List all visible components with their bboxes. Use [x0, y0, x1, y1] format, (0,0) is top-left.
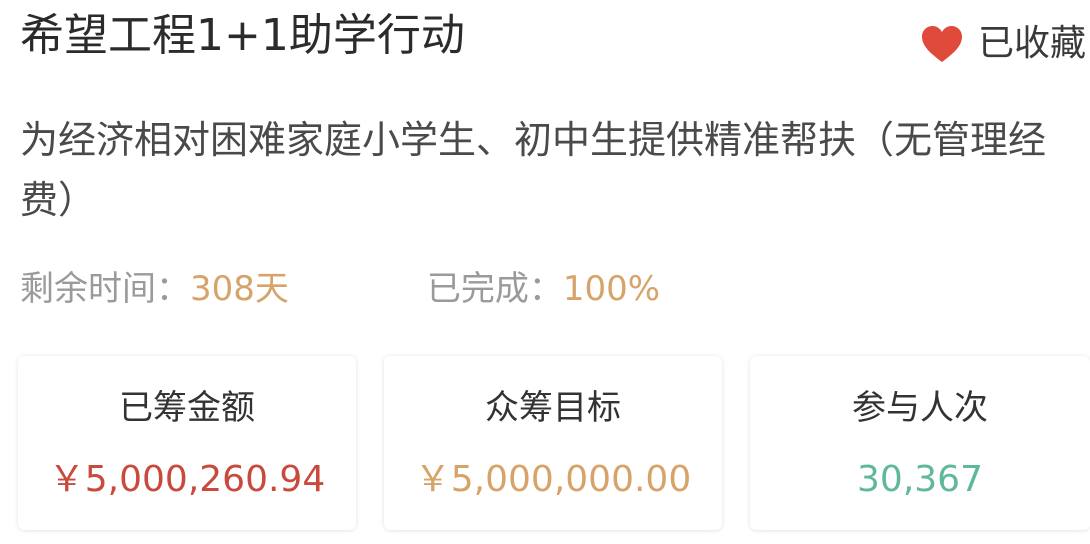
project-description: 为经济相对困难家庭小学生、初中生提供精准帮扶（无管理经费）: [20, 118, 1047, 222]
remaining-time-value: 308天: [190, 269, 289, 309]
stat-value-participants: 30,367: [857, 459, 983, 500]
stat-card-raised: 已筹金额 ￥5,000,260.94: [18, 356, 356, 530]
stat-label-participants: 参与人次: [852, 388, 988, 428]
heart-icon: [921, 26, 962, 62]
stat-card-participants: 参与人次 30,367: [750, 356, 1090, 530]
remaining-time-label: 剩余时间：: [20, 269, 190, 309]
completion: 已完成： 100%: [427, 264, 660, 314]
stat-label-goal: 众筹目标: [485, 388, 621, 428]
project-title: 希望工程1+1助学行动: [20, 10, 465, 61]
stat-value-goal: ￥5,000,000.00: [414, 459, 692, 500]
project-progress-meta: 剩余时间： 308天 已完成： 100%: [20, 264, 660, 314]
remaining-time: 剩余时间： 308天: [20, 264, 289, 314]
stat-value-raised: ￥5,000,260.94: [48, 459, 326, 500]
project-header: 希望工程1+1助学行动 已收藏: [20, 8, 1086, 70]
completion-label: 已完成：: [426, 269, 563, 309]
stat-label-raised: 已筹金额: [119, 388, 255, 428]
favorite-button[interactable]: 已收藏: [920, 22, 1086, 66]
stats-row: 已筹金额 ￥5,000,260.94 众筹目标 ￥5,000,000.00 参与…: [18, 356, 1090, 532]
favorite-label: 已收藏: [977, 23, 1086, 64]
completion-value: 100%: [562, 269, 661, 309]
stat-card-goal: 众筹目标 ￥5,000,000.00: [384, 356, 722, 530]
